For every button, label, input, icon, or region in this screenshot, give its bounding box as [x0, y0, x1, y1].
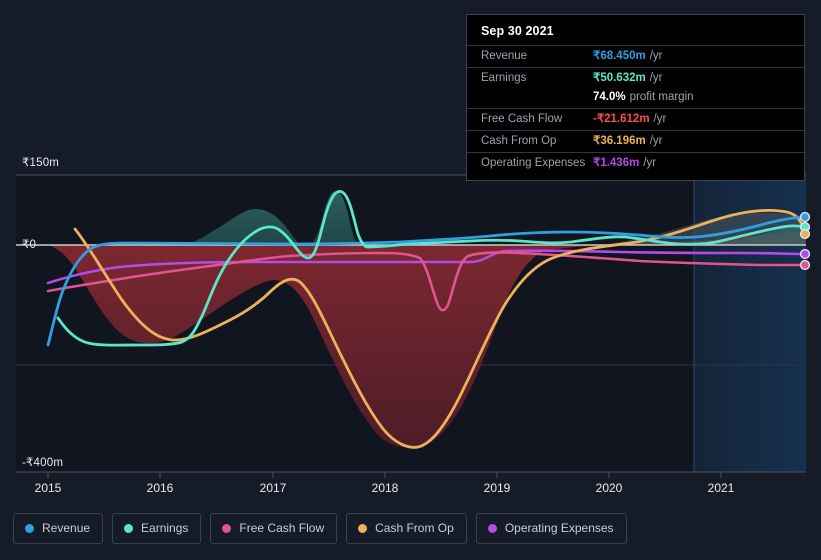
y-axis-label-0: ₹0: [22, 239, 37, 251]
endpoint-operating-expenses: [799, 248, 811, 260]
tooltip-value-operating-expenses: ₹1.436m: [593, 157, 640, 169]
tooltip-unit-free-cash-flow: /yr: [653, 113, 667, 125]
tooltip-unit-revenue: /yr: [649, 50, 663, 62]
tooltip-row-operating-expenses: Operating Expenses ₹1.436m /yr: [467, 152, 804, 174]
legend-dot-icon-earnings: [124, 524, 134, 533]
legend-dot-icon-revenue: [25, 524, 34, 533]
tooltip-row-free-cash-flow: Free Cash Flow -₹21.612m /yr: [467, 108, 804, 130]
legend-label-cash-from-op: Cash From Op: [375, 521, 454, 535]
tooltip-unit-cash-from-op: /yr: [649, 135, 663, 147]
chart-tooltip: Sep 30 2021 Revenue ₹68.450m /yr Earning…: [466, 14, 805, 181]
x-axis-label-2017: 2017: [259, 481, 287, 495]
tooltip-label-operating-expenses: Operating Expenses: [481, 157, 586, 169]
x-axis-label-2016: 2016: [146, 481, 174, 495]
legend-dot-icon-free-cash-flow: [222, 524, 232, 533]
tooltip-row-profit-margin: 74.0% profit margin: [467, 89, 804, 108]
x-axis-label-2021: 2021: [707, 481, 735, 495]
legend-label-earnings: Earnings: [141, 521, 189, 535]
legend-label-operating-expenses: Operating Expenses: [504, 521, 614, 535]
legend-item-free-cash-flow[interactable]: Free Cash Flow: [210, 513, 338, 544]
tooltip-value-cash-from-op: ₹36.196m: [593, 135, 646, 147]
legend-item-earnings[interactable]: Earnings: [112, 513, 202, 544]
legend-dot-icon-operating-expenses: [487, 524, 497, 533]
tooltip-label-cash-from-op: Cash From Op: [481, 135, 557, 147]
endpoint-revenue: [799, 211, 811, 223]
tooltip-value-earnings: ₹50.632m: [593, 72, 646, 84]
legend-dot-icon-cash-from-op: [358, 524, 368, 533]
tooltip-label-earnings: Earnings: [481, 72, 527, 84]
x-axis-ticks: [47, 472, 722, 478]
legend-item-cash-from-op[interactable]: Cash From Op: [346, 513, 467, 544]
tooltip-label-free-cash-flow: Free Cash Flow: [481, 113, 563, 125]
tooltip-date: Sep 30 2021: [481, 24, 554, 38]
legend-item-operating-expenses[interactable]: Operating Expenses: [475, 513, 627, 544]
chart-legend: Revenue Earnings Free Cash Flow Cash Fro…: [13, 513, 627, 544]
tooltip-unit-earnings: /yr: [649, 72, 663, 84]
tooltip-row-cash-from-op: Cash From Op ₹36.196m /yr: [467, 130, 804, 152]
financial-performance-chart: ₹150m ₹0 -₹400m 2015 2016 2017 2018 2019…: [0, 0, 821, 560]
x-axis-label-2020: 2020: [595, 481, 623, 495]
tooltip-value-free-cash-flow: -₹21.612m: [593, 113, 650, 125]
y-axis-label-150m: ₹150m: [22, 157, 60, 169]
tooltip-value-revenue: ₹68.450m: [593, 50, 646, 62]
legend-label-free-cash-flow: Free Cash Flow: [239, 521, 325, 535]
x-axis-label-2015: 2015: [34, 481, 62, 495]
legend-item-revenue[interactable]: Revenue: [13, 513, 104, 544]
tooltip-row-revenue: Revenue ₹68.450m /yr: [467, 45, 804, 67]
endpoint-cash-from-op: [799, 228, 811, 240]
tooltip-row-earnings: Earnings ₹50.632m /yr: [467, 67, 804, 89]
tooltip-label-revenue: Revenue: [481, 50, 528, 62]
tooltip-unit-profit-margin: profit margin: [629, 91, 694, 103]
tooltip-value-profit-margin: 74.0%: [593, 91, 626, 103]
endpoint-free-cash-flow: [799, 259, 811, 271]
y-axis-label-neg400m: -₹400m: [22, 457, 64, 469]
x-axis-label-2019: 2019: [483, 481, 511, 495]
legend-label-revenue: Revenue: [42, 521, 91, 535]
tooltip-unit-operating-expenses: /yr: [643, 157, 657, 169]
x-axis-label-2018: 2018: [371, 481, 399, 495]
